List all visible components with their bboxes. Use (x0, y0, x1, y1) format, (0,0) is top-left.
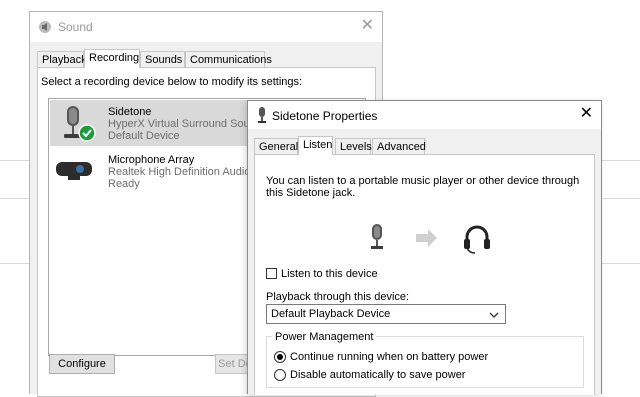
sidetone-properties-dialog: Sidetone Properties ✕ General Listen Lev… (247, 100, 602, 395)
radio-button[interactable] (274, 369, 286, 381)
listen-flow-illustration (366, 222, 496, 254)
group-title: Power Management (272, 331, 377, 343)
window-title: Sidetone Properties (272, 109, 378, 123)
tab-levels[interactable]: Levels (335, 138, 372, 154)
device-description: Realtek High Definition Audio (108, 166, 251, 178)
check-badge-icon (78, 124, 96, 145)
radio-button[interactable] (274, 351, 286, 363)
title-bar[interactable]: Sound ✕ (30, 12, 382, 42)
headset-icon (464, 225, 490, 254)
listen-checkbox[interactable] (266, 268, 277, 279)
device-status: Default Device (108, 130, 180, 142)
tab-communications[interactable]: Communications (185, 51, 272, 67)
speaker-icon (38, 20, 52, 37)
radio-label: Disable automatically to save power (290, 369, 466, 381)
device-name: Sidetone (108, 106, 152, 118)
webcam-microphone-icon (54, 152, 94, 190)
window-title: Sound (58, 20, 93, 34)
close-icon[interactable]: ✕ (580, 104, 593, 124)
microphone-icon (371, 224, 383, 249)
device-name: Microphone Array (108, 154, 195, 166)
device-description: HyperX Virtual Surround Sound (108, 118, 262, 130)
description-text: You can listen to a portable music playe… (266, 175, 580, 199)
selected-value: Default Playback Device (271, 308, 391, 320)
device-status: Ready (108, 178, 140, 190)
playback-label: Playback through this device: (266, 291, 410, 303)
configure-button[interactable]: Configure (49, 354, 115, 374)
instruction-text: Select a recording device below to modif… (41, 76, 303, 88)
listen-checkbox-label: Listen to this device (281, 268, 378, 280)
title-bar[interactable]: Sidetone Properties ✕ (248, 101, 601, 129)
tab-advanced[interactable]: Advanced (372, 138, 426, 154)
close-icon[interactable]: ✕ (361, 16, 374, 36)
tab-recording[interactable]: Recording (84, 49, 140, 68)
chevron-down-icon (489, 310, 499, 322)
arrow-right-icon (416, 229, 437, 247)
tab-general[interactable]: General (254, 138, 298, 154)
microphone-icon (256, 107, 268, 126)
playback-device-select[interactable]: Default Playback Device (266, 304, 506, 324)
tab-listen[interactable]: Listen (298, 136, 333, 155)
tab-sounds[interactable]: Sounds (140, 51, 185, 67)
radio-label: Continue running when on battery power (290, 351, 489, 363)
tab-playback[interactable]: Playback (37, 51, 87, 67)
